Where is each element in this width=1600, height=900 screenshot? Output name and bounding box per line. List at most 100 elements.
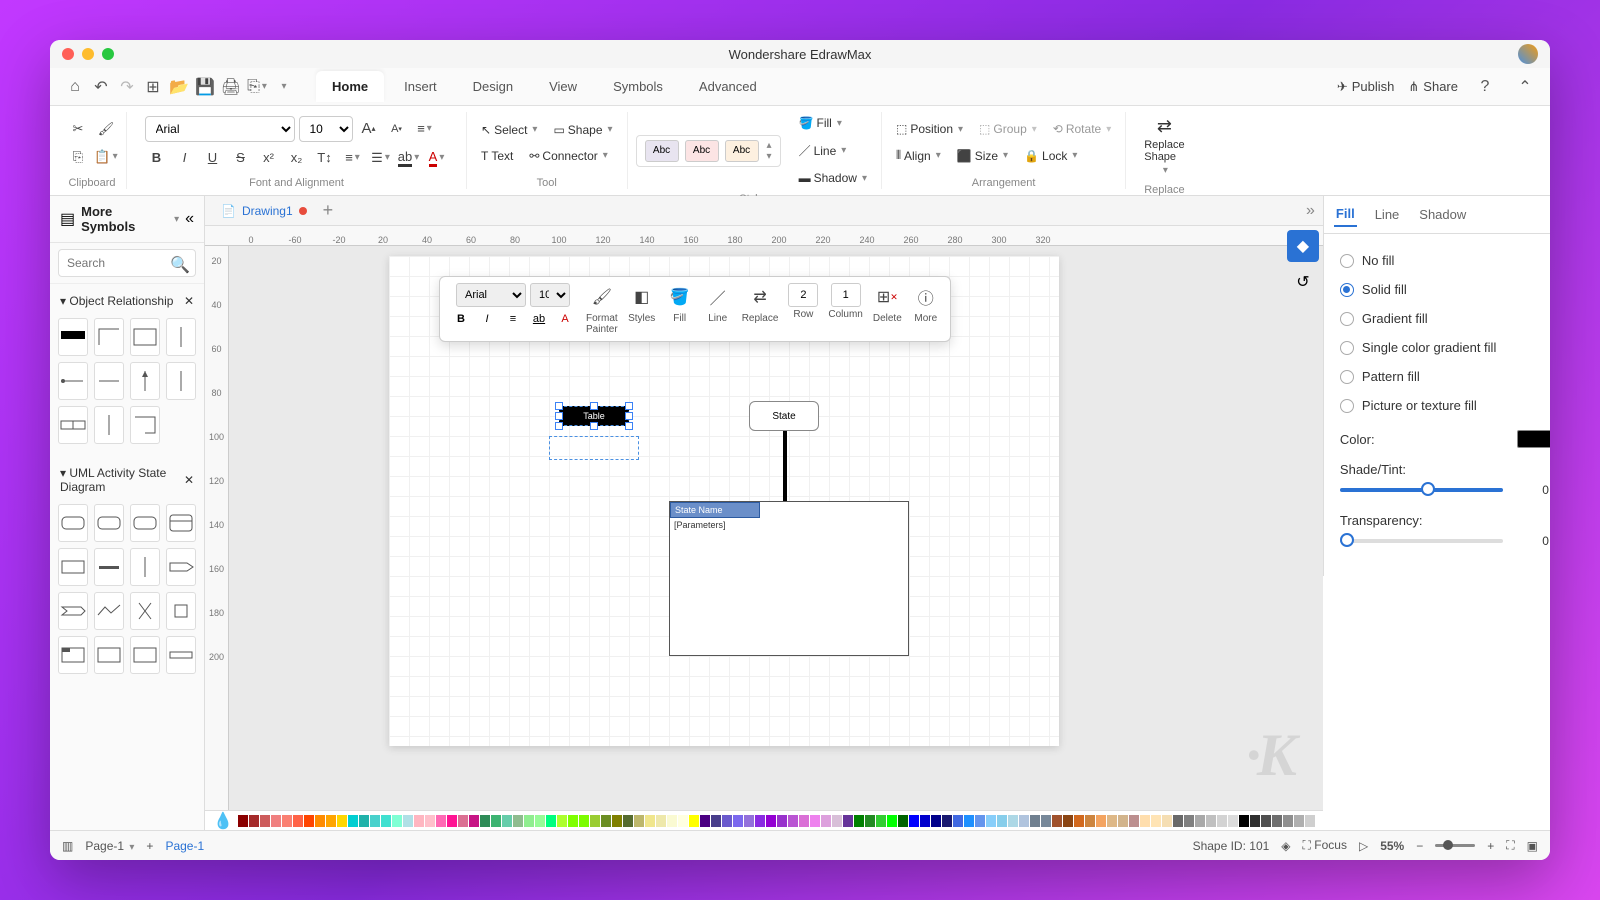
color-swatch[interactable] — [1283, 815, 1293, 827]
page-selector[interactable]: Page-1 ▾ — [85, 839, 134, 853]
connector-line[interactable] — [783, 431, 787, 501]
shape-stencil[interactable] — [130, 362, 160, 400]
page[interactable]: Arial 10 B I ≡ ab A — [389, 256, 1059, 746]
color-swatch[interactable] — [392, 815, 402, 827]
color-swatch[interactable] — [469, 815, 479, 827]
size-dropdown[interactable]: ⬛ Size▾ — [951, 145, 1014, 167]
color-swatch[interactable] — [590, 815, 600, 827]
shape-stencil[interactable] — [94, 636, 124, 674]
color-swatch[interactable] — [733, 815, 743, 827]
shape-stencil[interactable] — [94, 504, 124, 542]
style-gallery[interactable]: Abc Abc Abc ▴▾ — [636, 135, 781, 167]
shadow-dropdown[interactable]: ▬ Shadow▾ — [793, 167, 873, 189]
color-swatch[interactable] — [1030, 815, 1040, 827]
color-swatch[interactable] — [282, 815, 292, 827]
grow-font-icon[interactable]: A▴ — [357, 117, 381, 141]
shape-stencil[interactable] — [166, 636, 196, 674]
line-spacing-icon[interactable]: ≡▾ — [341, 146, 365, 170]
color-swatch[interactable] — [821, 815, 831, 827]
color-swatch[interactable] — [1173, 815, 1183, 827]
more-quick-icon[interactable]: ▾ — [270, 74, 296, 100]
format-painter-icon[interactable]: 🖌 — [94, 117, 118, 141]
replace-shape-button[interactable]: ⇄ Replace Shape ▾ — [1134, 112, 1194, 180]
canvas[interactable]: Arial 10 B I ≡ ab A — [229, 246, 1323, 810]
focus-button[interactable]: ⛶ Focus — [1303, 838, 1347, 853]
color-swatch[interactable] — [788, 815, 798, 827]
color-swatch[interactable] — [623, 815, 633, 827]
panel-tab-shadow[interactable]: Shadow — [1417, 203, 1468, 226]
color-swatch[interactable] — [601, 815, 611, 827]
text-tool[interactable]: T Text — [475, 145, 519, 167]
fill-option-pattern[interactable]: Pattern fill — [1340, 362, 1550, 391]
fullscreen-icon[interactable]: ▣ — [1527, 839, 1538, 853]
color-swatch[interactable] — [1294, 815, 1304, 827]
ctx-format-painter-icon[interactable]: 🖌 — [588, 283, 616, 311]
print-icon[interactable]: 🖨 — [218, 74, 244, 100]
export-icon[interactable]: ⎘▾ — [244, 74, 270, 100]
superscript-icon[interactable]: x² — [257, 146, 281, 170]
maximize-window-icon[interactable] — [102, 48, 114, 60]
fill-option-picture[interactable]: Picture or texture fill — [1340, 391, 1550, 420]
font-select[interactable]: Arial — [145, 116, 295, 142]
add-page-icon[interactable]: + — [146, 839, 153, 853]
open-icon[interactable]: 📂 — [166, 74, 192, 100]
fill-panel-icon[interactable]: ◆ — [1287, 230, 1319, 262]
eyedropper-icon[interactable]: 💧 — [213, 811, 233, 831]
fill-option-gradient[interactable]: Gradient fill — [1340, 304, 1550, 333]
color-swatch[interactable] — [1140, 815, 1150, 827]
color-swatch[interactable] — [260, 815, 270, 827]
home-icon[interactable]: ⌂ — [62, 74, 88, 100]
shape-stencil[interactable] — [94, 592, 124, 630]
color-swatch[interactable] — [1118, 815, 1128, 827]
color-swatch[interactable] — [502, 815, 512, 827]
color-swatch[interactable] — [711, 815, 721, 827]
category-object-relationship[interactable]: ▾ Object Relationship ✕ — [58, 290, 196, 312]
color-swatch[interactable] — [700, 815, 710, 827]
color-swatch[interactable] — [513, 815, 523, 827]
color-swatch[interactable] — [458, 815, 468, 827]
style-down-icon[interactable]: ▾ — [767, 151, 772, 162]
color-swatch[interactable] — [953, 815, 963, 827]
color-swatch[interactable] — [1261, 815, 1271, 827]
shade-slider[interactable] — [1340, 488, 1503, 492]
panel-tab-fill[interactable]: Fill — [1334, 202, 1357, 227]
position-dropdown[interactable]: ⬚ Position▾ — [890, 118, 969, 140]
color-swatch[interactable] — [1517, 430, 1550, 448]
zoom-slider[interactable] — [1435, 844, 1475, 847]
color-swatch[interactable] — [986, 815, 996, 827]
fill-option-none[interactable]: No fill — [1340, 246, 1550, 275]
align-menu-icon[interactable]: ≡▾ — [413, 117, 437, 141]
group-dropdown[interactable]: ⬚ Group▾ — [973, 118, 1043, 140]
font-color-icon[interactable]: A▾ — [425, 146, 449, 170]
color-swatch[interactable] — [414, 815, 424, 827]
state-shape[interactable]: State — [749, 401, 819, 431]
color-swatch[interactable] — [997, 815, 1007, 827]
align-dropdown[interactable]: ⫴ Align▾ — [890, 144, 947, 167]
style-swatch-3[interactable]: Abc — [725, 140, 759, 162]
shape-stencil[interactable] — [166, 318, 196, 356]
color-swatch[interactable] — [271, 815, 281, 827]
color-swatch[interactable] — [524, 815, 534, 827]
color-swatch[interactable] — [887, 815, 897, 827]
page-view-icon[interactable]: ▥ — [62, 839, 73, 853]
color-swatch[interactable] — [755, 815, 765, 827]
shrink-font-icon[interactable]: A▾ — [385, 117, 409, 141]
color-swatch[interactable] — [1250, 815, 1260, 827]
tab-advanced[interactable]: Advanced — [683, 71, 773, 102]
color-swatch[interactable] — [689, 815, 699, 827]
help-icon[interactable]: ? — [1472, 74, 1498, 100]
color-swatch[interactable] — [546, 815, 556, 827]
color-swatch[interactable] — [249, 815, 259, 827]
ctx-highlight-icon[interactable]: ab — [528, 309, 550, 329]
color-swatch[interactable] — [1019, 815, 1029, 827]
color-swatch[interactable] — [656, 815, 666, 827]
minimize-window-icon[interactable] — [82, 48, 94, 60]
color-swatch[interactable] — [777, 815, 787, 827]
color-swatch[interactable] — [832, 815, 842, 827]
color-swatch[interactable] — [854, 815, 864, 827]
tab-design[interactable]: Design — [457, 71, 529, 102]
color-swatch[interactable] — [1063, 815, 1073, 827]
color-swatch[interactable] — [909, 815, 919, 827]
color-swatch[interactable] — [1217, 815, 1227, 827]
paste-icon[interactable]: 📋▾ — [94, 145, 118, 169]
